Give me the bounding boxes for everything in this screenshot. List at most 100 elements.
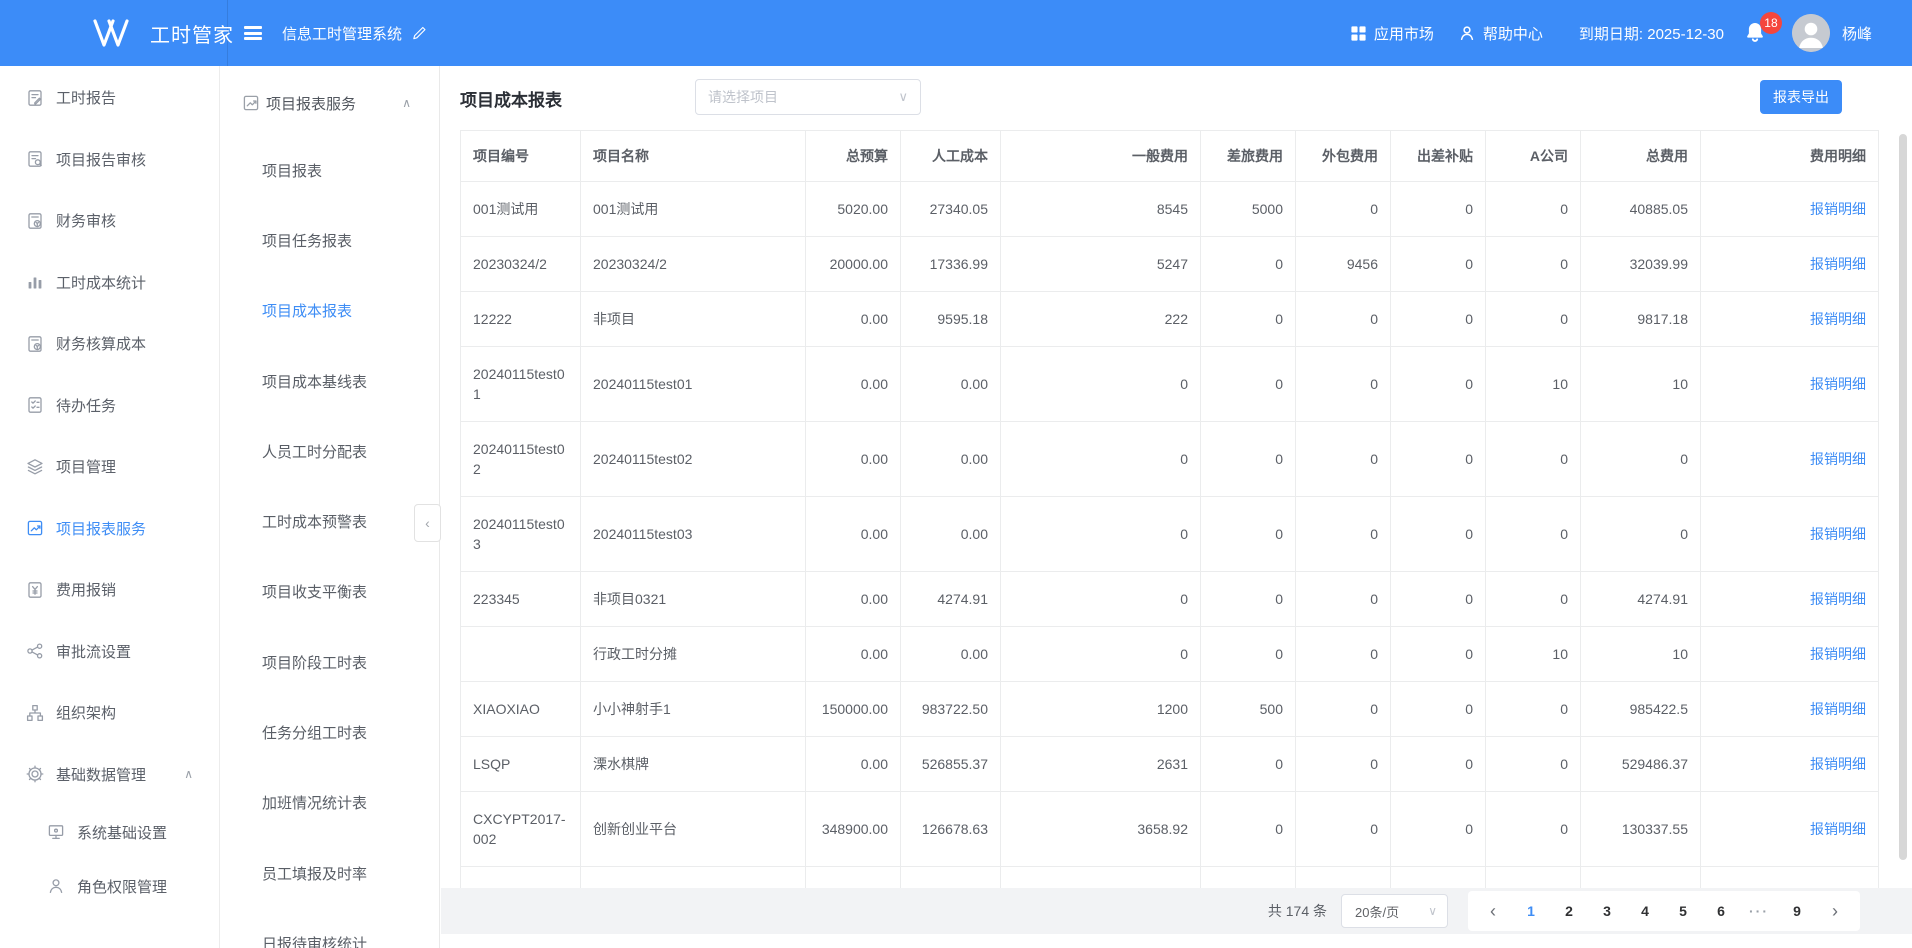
column-header[interactable]: 外包费用 xyxy=(1296,131,1391,182)
submenu-item-7[interactable]: 项目收支平衡表 xyxy=(220,557,439,627)
expense-detail-link[interactable]: 报销明细 xyxy=(1810,701,1866,717)
column-header[interactable]: 人工成本 xyxy=(901,131,1001,182)
table-cell: 0.00 xyxy=(806,422,901,497)
sidebar-item-5[interactable]: 财务核算成本 xyxy=(0,313,219,375)
sidebar-item-14[interactable]: 角色权限管理 xyxy=(0,859,219,913)
pagination-page-1[interactable]: 1 xyxy=(1512,891,1550,931)
pagination-page-9[interactable]: 9 xyxy=(1778,891,1816,931)
table-header-row: 项目编号项目名称总预算人工成本一般费用差旅费用外包费用出差补贴A公司总费用费用明… xyxy=(461,131,1879,182)
submenu-item-10[interactable]: 加班情况统计表 xyxy=(220,768,439,838)
chevron-up-icon[interactable]: ∧ xyxy=(402,96,411,110)
pagination-page-6[interactable]: 6 xyxy=(1702,891,1740,931)
app-market[interactable]: 应用市场 xyxy=(1350,23,1434,44)
sidebar-item-4[interactable]: 工时成本统计 xyxy=(0,252,219,314)
layers-icon xyxy=(26,458,44,476)
chevron-up-icon[interactable]: ∧ xyxy=(184,767,193,781)
sidebar-item-12[interactable]: 基础数据管理∧ xyxy=(0,744,219,806)
column-header[interactable]: 总费用 xyxy=(1581,131,1701,182)
expense-detail-link[interactable]: 报销明细 xyxy=(1810,311,1866,327)
sidebar-item-11[interactable]: 组织架构 xyxy=(0,682,219,744)
submenu-item-6[interactable]: 工时成本预警表 xyxy=(220,486,439,556)
project-select[interactable]: 请选择项目 ∨ xyxy=(695,79,921,115)
sidebar-item-2[interactable]: 项目报告审核 xyxy=(0,129,219,191)
table-row: 001测试用001测试用5020.0027340.058545500000040… xyxy=(461,182,1879,237)
sidebar-item-8[interactable]: 项目报表服务 xyxy=(0,498,219,560)
edit-icon[interactable] xyxy=(411,26,426,41)
username[interactable]: 杨峰 xyxy=(1842,23,1872,44)
table-cell: 10 xyxy=(1486,627,1581,682)
pagination-page-2[interactable]: 2 xyxy=(1550,891,1588,931)
column-header[interactable]: 项目编号 xyxy=(461,131,581,182)
submenu-item-1[interactable]: 项目报表 xyxy=(220,135,439,205)
submenu-item-4[interactable]: 项目成本基线表 xyxy=(220,346,439,416)
expense-detail-link[interactable]: 报销明细 xyxy=(1810,201,1866,217)
panel-collapse-handle[interactable]: ‹ xyxy=(414,504,441,542)
submenu-item-8[interactable]: 项目阶段工时表 xyxy=(220,627,439,697)
expense-detail-link[interactable]: 报销明细 xyxy=(1810,256,1866,272)
sidebar-item-1[interactable]: 工时报告 xyxy=(0,67,219,129)
help-center-label: 帮助中心 xyxy=(1483,23,1543,44)
page-size-select[interactable]: 20条/页 ∨ xyxy=(1341,894,1448,928)
table-cell-detail: 报销明细 xyxy=(1701,292,1879,347)
expense-detail-link[interactable]: 报销明细 xyxy=(1810,821,1866,837)
export-report-button[interactable]: 报表导出 xyxy=(1760,80,1842,114)
column-header[interactable]: 一般费用 xyxy=(1001,131,1201,182)
submenu: 项目报表服务 ∧ 项目报表项目任务报表项目成本报表项目成本基线表人员工时分配表工… xyxy=(220,66,440,948)
table-cell: 0 xyxy=(1296,737,1391,792)
submenu-item-5[interactable]: 人员工时分配表 xyxy=(220,416,439,486)
submenu-item-12[interactable]: 日报待审核统计 xyxy=(220,908,439,948)
sidebar-item-13[interactable]: 系统基础设置 xyxy=(0,805,219,859)
sidebar-item-7[interactable]: 项目管理 xyxy=(0,436,219,498)
pagination-page-5[interactable]: 5 xyxy=(1664,891,1702,931)
column-header[interactable]: A公司 xyxy=(1486,131,1581,182)
expense-detail-link[interactable]: 报销明细 xyxy=(1810,376,1866,392)
sidebar-item-9[interactable]: 费用报销 xyxy=(0,559,219,621)
pagination-page-3[interactable]: 3 xyxy=(1588,891,1626,931)
expense-detail-link[interactable]: 报销明细 xyxy=(1810,451,1866,467)
sidebar-item-10[interactable]: 审批流设置 xyxy=(0,621,219,683)
submenu-item-11[interactable]: 员工填报及时率 xyxy=(220,838,439,908)
expense-detail-link[interactable]: 报销明细 xyxy=(1810,646,1866,662)
table-cell: 0 xyxy=(1486,682,1581,737)
table-cell xyxy=(1701,867,1879,889)
table-cell: 非项目0321 xyxy=(581,572,806,627)
table-cell: 0 xyxy=(1296,182,1391,237)
expense-detail-link[interactable]: 报销明细 xyxy=(1810,756,1866,772)
table-cell: 0 xyxy=(1486,572,1581,627)
vertical-scrollbar[interactable] xyxy=(1899,134,1907,860)
column-header[interactable]: 费用明细 xyxy=(1701,131,1879,182)
table-cell xyxy=(461,627,581,682)
expense-detail-link[interactable]: 报销明细 xyxy=(1810,591,1866,607)
submenu-item-label: 项目成本基线表 xyxy=(262,371,367,392)
pagination-prev[interactable]: ‹ xyxy=(1474,891,1512,931)
table-row: CXCYPT2017-002创新创业平台348900.00126678.6336… xyxy=(461,792,1879,867)
sidebar-item-6[interactable]: 待办任务 xyxy=(0,375,219,437)
pagination-page-4[interactable]: 4 xyxy=(1626,891,1664,931)
sidebar-item-label: 工时成本统计 xyxy=(56,272,146,293)
pagination-ellipsis[interactable]: ··· xyxy=(1740,891,1778,931)
column-header[interactable]: 项目名称 xyxy=(581,131,806,182)
column-header[interactable]: 差旅费用 xyxy=(1201,131,1296,182)
notification-bell[interactable]: 18 xyxy=(1744,20,1768,46)
menu-icon[interactable] xyxy=(244,26,262,40)
sidebar-item-3[interactable]: 财务审核 xyxy=(0,190,219,252)
table-cell: 5020.00 xyxy=(806,182,901,237)
table-cell-detail: 报销明细 xyxy=(1701,182,1879,237)
submenu-item-9[interactable]: 任务分组工时表 xyxy=(220,697,439,767)
expiry-date-label: 到期日期: 2025-12-30 xyxy=(1579,23,1724,44)
expense-detail-link[interactable]: 报销明细 xyxy=(1810,526,1866,542)
column-header[interactable]: 出差补贴 xyxy=(1391,131,1486,182)
pagination-next[interactable]: › xyxy=(1816,891,1854,931)
help-center[interactable]: 帮助中心 xyxy=(1458,23,1543,44)
page-title: 项目成本报表 xyxy=(460,86,562,111)
project-select-placeholder: 请选择项目 xyxy=(708,87,778,107)
submenu-item-3[interactable]: 项目成本报表 xyxy=(220,276,439,346)
column-header[interactable]: 总预算 xyxy=(806,131,901,182)
table-cell: 0 xyxy=(1001,422,1201,497)
submenu-header[interactable]: 项目报表服务 ∧ xyxy=(220,71,439,135)
submenu-item-2[interactable]: 项目任务报表 xyxy=(220,205,439,275)
table-cell-detail: 报销明细 xyxy=(1701,237,1879,292)
sidebar-item-label: 工时报告 xyxy=(56,87,116,108)
avatar[interactable] xyxy=(1792,14,1830,52)
submenu-item-label: 日报待审核统计 xyxy=(262,933,367,948)
